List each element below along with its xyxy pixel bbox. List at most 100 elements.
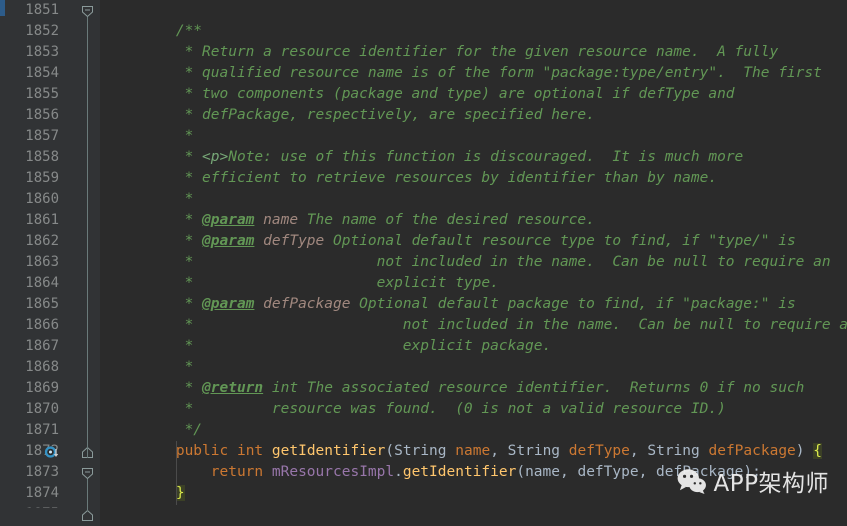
code-token: (: [385, 443, 395, 459]
code-token: getIdentifier: [402, 464, 517, 480]
code-line[interactable]: public int getIdentifier(String name, St…: [100, 441, 847, 462]
line-number: 1871: [25, 422, 59, 438]
code-token: }: [175, 485, 185, 501]
code-line[interactable]: * defPackage, respectively, are specifie…: [100, 105, 847, 126]
code-token: @return: [202, 380, 264, 396]
line-number: 1866: [25, 317, 59, 333]
code-token: .: [394, 464, 403, 480]
code-token: @param: [202, 233, 255, 249]
code-line[interactable]: * resource was found. (0 is not a valid …: [100, 399, 847, 420]
code-line[interactable]: *: [100, 357, 847, 378]
code-line[interactable]: * explicit type.: [100, 273, 847, 294]
code-line[interactable]: *: [100, 189, 847, 210]
code-line[interactable]: * @param name The name of the desired re…: [100, 210, 847, 231]
editor-tail: [100, 508, 847, 526]
line-number: 1856: [25, 107, 59, 123]
code-line[interactable]: * @return int The associated resource id…: [100, 378, 847, 399]
code-token: defPackage: [254, 296, 351, 312]
code-token: * explicit package.: [106, 338, 552, 354]
code-token: Note: use of this function is discourage…: [228, 149, 744, 165]
line-number: 1863: [25, 254, 59, 270]
fold-collapse-icon-1852[interactable]: [82, 6, 93, 17]
code-token: @param: [202, 212, 255, 228]
code-line[interactable]: /**: [100, 21, 847, 42]
code-line[interactable]: * not included in the name. Can be null …: [100, 252, 847, 273]
code-line[interactable]: * @param defPackage Optional default pac…: [100, 294, 847, 315]
line-number: 1868: [25, 359, 59, 375]
code-line[interactable]: * Return a resource identifier for the g…: [100, 42, 847, 63]
code-line[interactable]: * @param defType Optional default resour…: [100, 231, 847, 252]
line-number: 1870: [25, 401, 59, 417]
line-number: 1852: [25, 23, 59, 39]
line-number: 1858: [25, 149, 59, 165]
code-line[interactable]: * not included in the name. Can be null …: [100, 315, 847, 336]
code-token: *: [106, 359, 194, 375]
code-token: *: [106, 128, 194, 144]
line-number: 1864: [25, 275, 59, 291]
line-number: 1857: [25, 128, 59, 144]
code-token: defPackage: [656, 464, 744, 480]
code-token: * efficient to retrieve resources by ide…: [106, 170, 718, 186]
code-token: mResourcesImpl: [271, 464, 395, 480]
code-token: name: [525, 464, 560, 480]
code-token: *: [106, 212, 203, 228]
line-number: 1867: [25, 338, 59, 354]
code-line[interactable]: * efficient to retrieve resources by ide…: [100, 168, 847, 189]
indent-guide: [176, 441, 177, 505]
code-line[interactable]: * qualified resource name is of the form…: [100, 63, 847, 84]
code-token: /**: [175, 23, 203, 39]
code-token: * two components (package and type) are …: [106, 86, 735, 102]
code-editor[interactable]: 1851 1852 1853 1854 1855 1856 1857 1858 1859 1860…: [0, 0, 847, 526]
code-line[interactable]: * explicit package.: [100, 336, 847, 357]
fold-region-bottom-icon[interactable]: [82, 510, 93, 521]
code-token: defType: [568, 443, 630, 459]
code-token: Optional default package to find, if "pa…: [350, 296, 796, 312]
code-line[interactable]: [100, 0, 847, 21]
code-line[interactable]: * <p>Note: use of this function is disco…: [100, 147, 847, 168]
code-token: return: [210, 464, 264, 480]
code-content-area[interactable]: /** * Return a resource identifier for t…: [100, 0, 847, 526]
line-number: 1874: [25, 485, 59, 501]
gutter-tail: [5, 508, 67, 526]
fold-connector-line-top: [87, 17, 88, 458]
code-token: *: [106, 296, 203, 312]
fold-connector-line-bottom: [87, 479, 88, 511]
code-token: {: [813, 443, 822, 459]
code-line[interactable]: return mResourcesImpl.getIdentifier(name…: [100, 462, 847, 483]
code-line[interactable]: * two components (package and type) are …: [100, 84, 847, 105]
code-token: *: [106, 233, 203, 249]
code-token: *: [106, 191, 194, 207]
fold-collapse-icon-1872[interactable]: [82, 468, 93, 479]
code-token: );: [743, 464, 761, 480]
code-token: name: [254, 212, 299, 228]
line-number: 1873: [25, 464, 59, 480]
code-token: defPackage: [708, 443, 796, 459]
line-number: 1862: [25, 233, 59, 249]
code-token: ): [795, 443, 814, 459]
code-line[interactable]: }: [100, 483, 847, 504]
code-token: name: [455, 443, 491, 459]
code-token: * not included in the name. Can be null …: [106, 317, 847, 333]
folding-gutter[interactable]: [44, 0, 100, 526]
line-number: 1853: [25, 44, 59, 60]
implementing-method-icon[interactable]: [44, 446, 60, 462]
code-token: *: [106, 380, 203, 396]
line-number: 1860: [25, 191, 59, 207]
code-token: String: [394, 443, 447, 459]
code-token: * resource was found. (0 is not a valid …: [106, 401, 726, 417]
code-token: public: [175, 443, 229, 459]
line-number: 1859: [25, 170, 59, 186]
line-number: 1851: [25, 2, 59, 18]
code-token: * qualified resource name is of the form…: [106, 65, 822, 81]
code-line[interactable]: */: [100, 420, 847, 441]
code-token: (: [516, 464, 526, 480]
code-token: * explicit type.: [106, 275, 499, 291]
code-token: String: [647, 443, 700, 459]
code-line[interactable]: *: [100, 126, 847, 147]
